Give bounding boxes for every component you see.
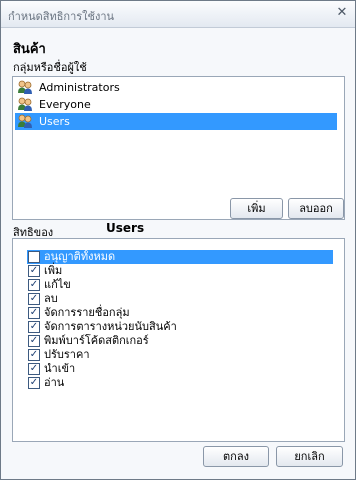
cancel-button[interactable]: ยกเลิก <box>276 446 343 467</box>
permission-row[interactable]: ✓ ปรับราคา <box>27 348 333 362</box>
permission-row[interactable]: ✓ ลบ <box>27 292 333 306</box>
permission-label: ปรับราคา <box>44 348 90 361</box>
checkbox[interactable] <box>28 251 40 263</box>
permission-row[interactable]: ✓ แก้ไข <box>27 278 333 292</box>
permission-row[interactable]: ✓ อ่าน <box>27 376 333 390</box>
permissions-dialog: กำหนดสิทธิการใช้งาน ✕ สินค้า กลุ่มหรือชื… <box>0 0 356 480</box>
permission-row[interactable]: ✓ จัดการรายชื่อกลุ่ม <box>27 306 333 320</box>
checkbox[interactable]: ✓ <box>28 307 40 319</box>
ok-button[interactable]: ตกลง <box>203 446 269 467</box>
checkbox[interactable]: ✓ <box>28 265 40 277</box>
checkbox[interactable]: ✓ <box>28 335 40 347</box>
permission-label: จัดการรายชื่อกลุ่ม <box>44 306 130 319</box>
dialog-body: สินค้า กลุ่มหรือชื่อผู้ใช้ Administrator… <box>1 28 355 479</box>
add-button[interactable]: เพิ่ม <box>230 198 283 219</box>
permissions-list[interactable]: อนุญาติทั้งหมด ✓ เพิ่ม ✓ แก้ไข ✓ ลบ ✓ จั… <box>12 238 345 442</box>
page-title: สินค้า <box>13 42 46 57</box>
permission-label: แก้ไข <box>44 278 71 291</box>
users-icon <box>18 80 32 94</box>
list-item-label: Everyone <box>39 98 91 111</box>
permission-label: อนุญาติทั้งหมด <box>44 250 116 263</box>
list-item-label: Administrators <box>39 81 120 94</box>
permission-label: นำเข้า <box>44 362 76 375</box>
list-item[interactable]: Users <box>15 113 337 130</box>
checkbox[interactable]: ✓ <box>28 349 40 361</box>
permission-row[interactable]: อนุญาติทั้งหมด <box>27 250 333 264</box>
checkbox[interactable]: ✓ <box>28 293 40 305</box>
remove-button[interactable]: ลบออก <box>288 198 344 219</box>
permission-label: จัดการตารางหน่วยนับสินค้า <box>44 320 177 333</box>
permission-label: ลบ <box>44 292 58 305</box>
list-item[interactable]: Administrators <box>15 79 337 96</box>
permission-row[interactable]: ✓ นำเข้า <box>27 362 333 376</box>
close-button[interactable]: ✕ <box>333 4 351 22</box>
checkbox[interactable]: ✓ <box>28 321 40 333</box>
permission-label: อ่าน <box>44 376 65 389</box>
groups-label: กลุ่มหรือชื่อผู้ใช้ <box>13 61 87 74</box>
users-icon <box>18 97 32 111</box>
window-title: กำหนดสิทธิการใช้งาน <box>8 10 115 23</box>
users-icon <box>18 114 32 128</box>
list-item[interactable]: Everyone <box>15 96 337 113</box>
title-bar: กำหนดสิทธิการใช้งาน ✕ <box>1 1 355 28</box>
permission-label: เพิ่ม <box>44 264 63 277</box>
permission-row[interactable]: ✓ จัดการตารางหน่วยนับสินค้า <box>27 320 333 334</box>
permission-label: พิมพ์บาร์โค้ดสติกเกอร์ <box>44 334 149 347</box>
list-item-label: Users <box>39 115 70 128</box>
permission-row[interactable]: ✓ พิมพ์บาร์โค้ดสติกเกอร์ <box>27 334 333 348</box>
checkbox[interactable]: ✓ <box>28 279 40 291</box>
permissions-user: Users <box>106 221 145 235</box>
checkbox[interactable]: ✓ <box>28 377 40 389</box>
checkbox[interactable]: ✓ <box>28 363 40 375</box>
permission-row[interactable]: ✓ เพิ่ม <box>27 264 333 278</box>
